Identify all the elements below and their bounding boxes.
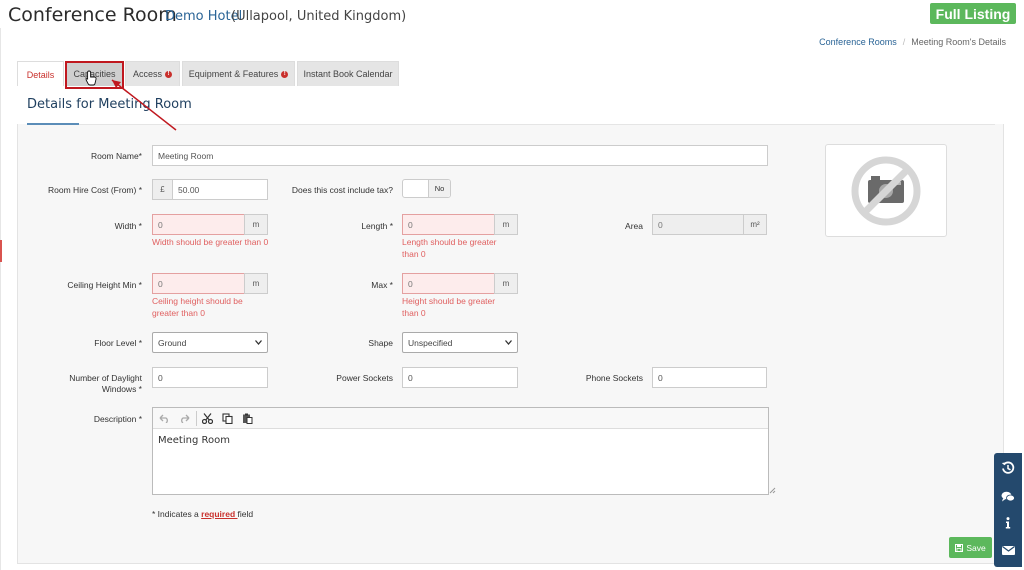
left-border xyxy=(0,28,1,570)
shape-value: Unspecified xyxy=(408,337,453,348)
room-photo-placeholder[interactable] xyxy=(825,144,947,237)
width-label: Width * xyxy=(114,221,142,231)
copy-button[interactable] xyxy=(218,409,236,428)
toolbar-separator xyxy=(196,411,197,426)
panel-divider xyxy=(27,124,995,125)
paste-button[interactable] xyxy=(238,409,256,428)
scissors-icon xyxy=(201,413,213,424)
ceiling-min-error: Ceiling height should be greater than 0 xyxy=(152,296,243,318)
panel-divider-accent xyxy=(27,123,79,125)
save-button[interactable]: Save xyxy=(949,537,992,558)
undo-icon xyxy=(159,414,168,423)
chevron-down-icon xyxy=(255,340,262,345)
ceiling-max-error: Height should be greater than 0 xyxy=(402,296,496,318)
required-note: * Indicates a required field xyxy=(152,509,253,519)
save-label: Save xyxy=(966,542,986,553)
length-input[interactable]: 0 xyxy=(402,214,495,235)
ceiling-min-input[interactable]: 0 xyxy=(152,273,245,294)
daylight-windows-input[interactable]: 0 xyxy=(152,367,268,388)
mail-icon xyxy=(1001,546,1015,555)
area-label: Area xyxy=(625,221,643,231)
chat-icon xyxy=(1001,491,1015,502)
breadcrumb-separator: / xyxy=(902,37,906,47)
floor-level-select[interactable]: Ground xyxy=(152,332,268,353)
area-input: 0 xyxy=(652,214,744,235)
breadcrumb-conference-rooms[interactable]: Conference Rooms xyxy=(819,37,897,47)
tab-instant-book-calendar[interactable]: Instant Book Calendar xyxy=(297,61,399,86)
redo-icon xyxy=(180,414,189,423)
phone-sockets-label: Phone Sockets xyxy=(585,373,643,383)
ceiling-min-unit: m xyxy=(244,273,268,294)
shape-select[interactable]: Unspecified xyxy=(402,332,518,353)
area-unit: m² xyxy=(743,214,767,235)
room-name-label: Room Name* xyxy=(90,151,142,161)
redo-button[interactable] xyxy=(175,409,193,428)
tab-equipment-label: Equipment & Features xyxy=(188,69,279,79)
info-button[interactable] xyxy=(994,509,1022,537)
panel-title: Details for Meeting Room xyxy=(27,97,192,112)
required-note-prefix: * Indicates a xyxy=(152,509,202,519)
width-error: Width should be greater than 0 xyxy=(152,237,269,247)
power-sockets-label: Power Sockets xyxy=(336,373,393,383)
paste-icon xyxy=(242,413,252,424)
hire-cost-label: Room Hire Cost (From) * xyxy=(48,185,142,195)
chevron-down-icon xyxy=(505,340,512,345)
hotel-location: (Ullapool, United Kingdom) xyxy=(231,9,407,24)
ceiling-max-input[interactable]: 0 xyxy=(402,273,495,294)
cut-button[interactable] xyxy=(198,409,216,428)
error-badge-icon: ! xyxy=(281,70,289,78)
left-error-mark xyxy=(0,240,2,262)
phone-sockets-input[interactable]: 0 xyxy=(652,367,767,388)
breadcrumb: Conference Rooms / Meeting Room's Details xyxy=(819,37,1006,47)
hire-cost-input[interactable]: 50.00 xyxy=(172,179,268,200)
daylight-windows-label-line1: Number of Daylight xyxy=(69,373,142,383)
toggle-knob xyxy=(403,180,429,197)
tab-details[interactable]: Details xyxy=(17,61,64,87)
tab-access[interactable]: Access! xyxy=(125,61,180,86)
undo-button[interactable] xyxy=(155,409,173,428)
tab-instant-book-label: Instant Book Calendar xyxy=(303,69,393,79)
floor-level-value: Ground xyxy=(158,337,187,348)
floor-level-label: Floor Level * xyxy=(94,338,142,348)
info-icon xyxy=(1005,517,1011,529)
ceiling-min-label: Ceiling Height Min * xyxy=(67,280,142,290)
power-sockets-input[interactable]: 0 xyxy=(402,367,518,388)
width-input[interactable]: 0 xyxy=(152,214,245,235)
resize-handle-icon[interactable] xyxy=(769,487,776,494)
daylight-windows-label: Number of Daylight Windows * xyxy=(40,373,142,395)
tab-details-label: Details xyxy=(26,69,55,80)
page-title: Conference Room xyxy=(8,4,177,26)
toggle-state: No xyxy=(429,180,450,197)
chat-button[interactable] xyxy=(994,483,1022,511)
shape-label: Shape xyxy=(368,338,393,348)
tab-equipment-features[interactable]: Equipment & Features! xyxy=(182,61,295,86)
required-note-suffix: field xyxy=(237,509,254,519)
currency-addon: £ xyxy=(152,179,173,200)
full-listing-button[interactable]: Full Listing xyxy=(930,3,1016,24)
description-label: Description * xyxy=(93,414,142,424)
ceiling-max-unit: m xyxy=(494,273,518,294)
save-icon xyxy=(955,543,964,552)
copy-icon xyxy=(221,413,233,424)
include-tax-toggle[interactable]: No xyxy=(402,179,451,198)
length-label: Length * xyxy=(361,221,393,231)
ceiling-max-label: Max * xyxy=(371,280,393,290)
length-error: Length should be greater than 0 xyxy=(402,237,497,259)
tab-access-label: Access xyxy=(132,69,162,79)
include-tax-label: Does this cost include tax? xyxy=(291,185,393,195)
description-text: Meeting Room xyxy=(158,435,230,446)
room-name-input[interactable]: Meeting Room xyxy=(152,145,768,166)
mail-button[interactable] xyxy=(994,536,1022,564)
breadcrumb-current: Meeting Room's Details xyxy=(911,37,1006,47)
history-icon xyxy=(1001,461,1015,474)
required-word: required xyxy=(201,509,238,519)
annotation-highlight-box xyxy=(65,61,124,89)
error-badge-icon: ! xyxy=(165,70,172,78)
length-unit: m xyxy=(494,214,518,235)
daylight-windows-label-line2: Windows * xyxy=(101,384,142,394)
width-unit: m xyxy=(244,214,268,235)
history-button[interactable] xyxy=(994,454,1022,482)
no-photo-icon xyxy=(851,156,921,225)
